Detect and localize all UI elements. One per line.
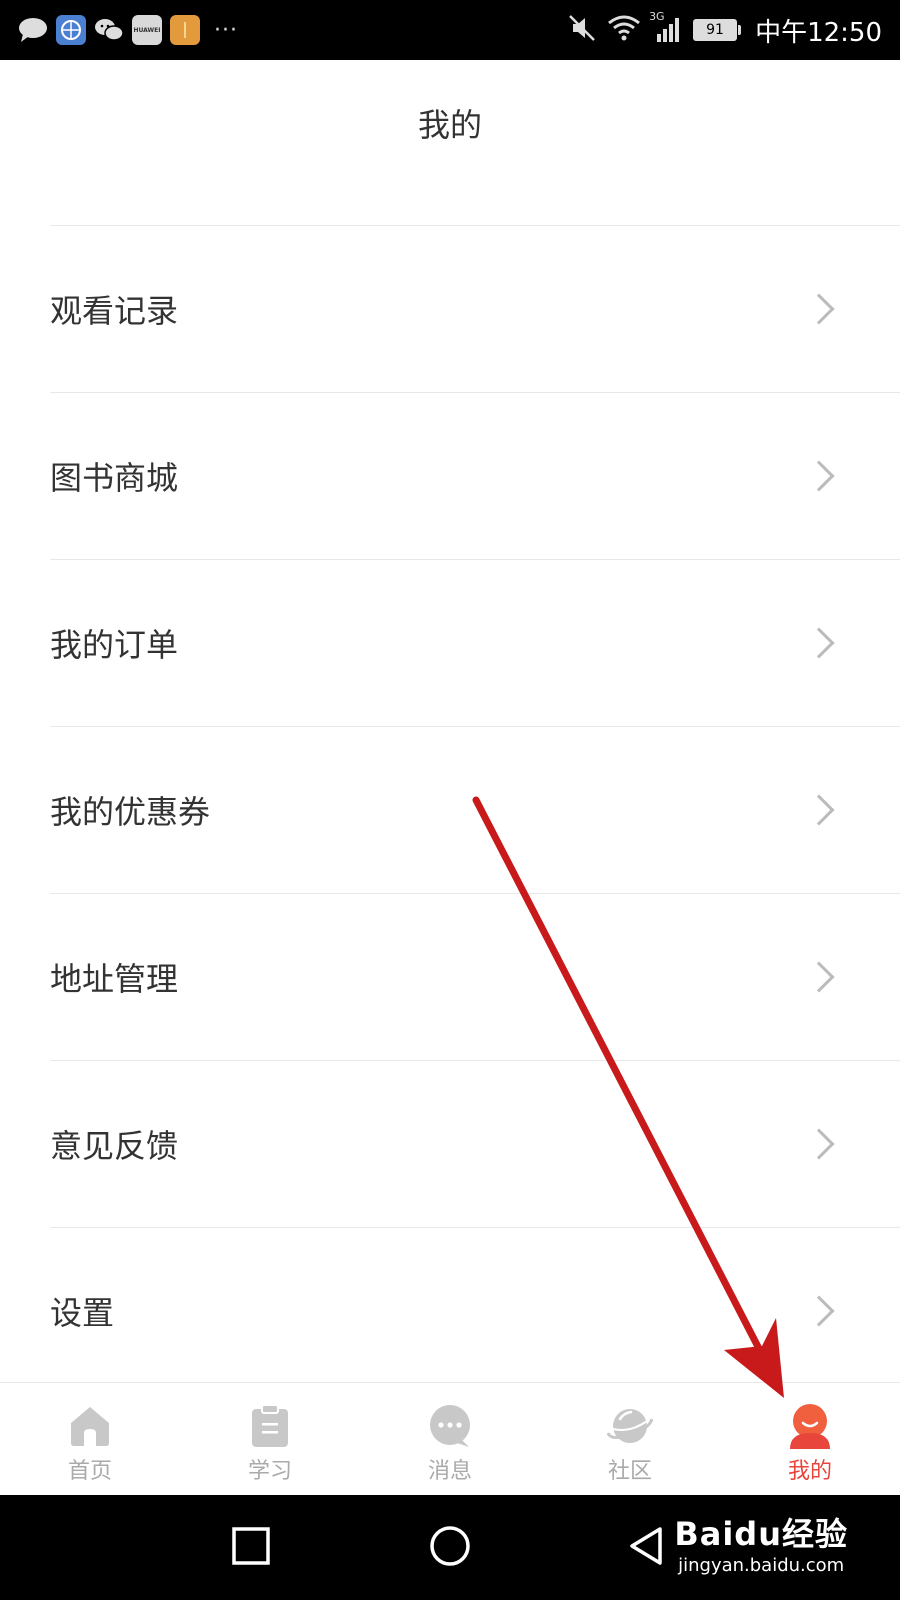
menu-item-watch-history[interactable]: 观看记录	[50, 225, 900, 392]
page-title: 我的	[417, 106, 482, 144]
tab-label: 学习	[247, 1459, 292, 1484]
watermark-brand: Baidu经验	[674, 1515, 848, 1553]
menu-item-label: 设置	[50, 1294, 115, 1332]
chevron-right-icon	[803, 961, 835, 993]
menu-item-address-management[interactable]: 地址管理	[50, 893, 900, 1060]
more-notifications-icon: ···	[214, 17, 238, 43]
recent-apps-icon[interactable]	[226, 1521, 276, 1571]
message-icon	[18, 15, 48, 45]
menu-item-book-store[interactable]: 图书商城	[50, 392, 900, 559]
signal-icon: 3G	[649, 10, 683, 44]
navigation-bar: Baidu经验 jingyan.baidu.com	[0, 1495, 900, 1600]
notification-icons: HUAWEI ···	[18, 15, 238, 45]
tab-community[interactable]: 社区	[540, 1383, 720, 1495]
tab-label: 我的	[787, 1459, 832, 1484]
menu-item-label: 意见反馈	[50, 1127, 179, 1165]
wifi-icon	[607, 14, 641, 46]
chat-bubble-icon	[430, 1405, 470, 1447]
clipboard-icon	[252, 1404, 288, 1447]
planet-icon	[607, 1409, 653, 1443]
menu-item-label: 地址管理	[50, 960, 179, 998]
chevron-right-icon	[803, 460, 835, 492]
status-bar: HUAWEI ··· 3G 91 中午12:50	[0, 0, 900, 60]
orange-app-icon	[170, 15, 200, 45]
battery-level: 91	[693, 19, 738, 41]
clock: 中午12:50	[755, 17, 882, 48]
wechat-icon	[94, 15, 124, 45]
user-icon	[790, 1404, 830, 1449]
tab-me[interactable]: 我的	[720, 1383, 900, 1495]
menu-item-label: 我的优惠券	[50, 793, 211, 831]
battery-icon: 91	[693, 19, 742, 41]
menu-item-label: 观看记录	[50, 292, 179, 330]
bottom-tab-bar: 首页 学习 消息 社区 我的	[0, 1382, 900, 1495]
tab-study[interactable]: 学习	[180, 1383, 360, 1495]
chevron-right-icon	[803, 1295, 835, 1327]
chevron-right-icon	[803, 627, 835, 659]
tab-label: 首页	[67, 1459, 112, 1484]
huawei-icon: HUAWEI	[132, 15, 162, 45]
menu-item-my-coupons[interactable]: 我的优惠券	[50, 726, 900, 893]
tab-messages[interactable]: 消息	[360, 1383, 540, 1495]
menu-item-label: 我的订单	[50, 626, 179, 664]
watermark-url: jingyan.baidu.com	[678, 1555, 845, 1576]
network-type-label: 3G	[649, 10, 665, 23]
browser-icon	[56, 15, 86, 45]
menu-item-label: 图书商城	[50, 459, 179, 497]
baidu-watermark: Baidu经验 jingyan.baidu.com	[674, 1509, 848, 1576]
app-screen: 我的 观看记录 图书商城 我的订单 我的优惠券 地址管理 意见反馈 设置 首页 …	[0, 60, 900, 1495]
menu-list: 观看记录 图书商城 我的订单 我的优惠券 地址管理 意见反馈 设置	[0, 225, 900, 1394]
back-icon[interactable]	[622, 1521, 672, 1571]
tab-home[interactable]: 首页	[0, 1383, 180, 1495]
home-button-icon[interactable]	[425, 1521, 475, 1571]
tab-label: 消息	[427, 1459, 472, 1484]
tab-label: 社区	[607, 1459, 652, 1484]
chevron-right-icon	[803, 794, 835, 826]
chevron-right-icon	[803, 1128, 835, 1160]
system-icons: 3G 91 中午12:50	[567, 10, 882, 49]
menu-item-settings[interactable]: 设置	[50, 1227, 900, 1394]
chevron-right-icon	[803, 293, 835, 325]
mute-icon	[567, 13, 597, 47]
menu-item-my-orders[interactable]: 我的订单	[50, 559, 900, 726]
menu-item-feedback[interactable]: 意见反馈	[50, 1060, 900, 1227]
home-icon	[71, 1407, 109, 1446]
